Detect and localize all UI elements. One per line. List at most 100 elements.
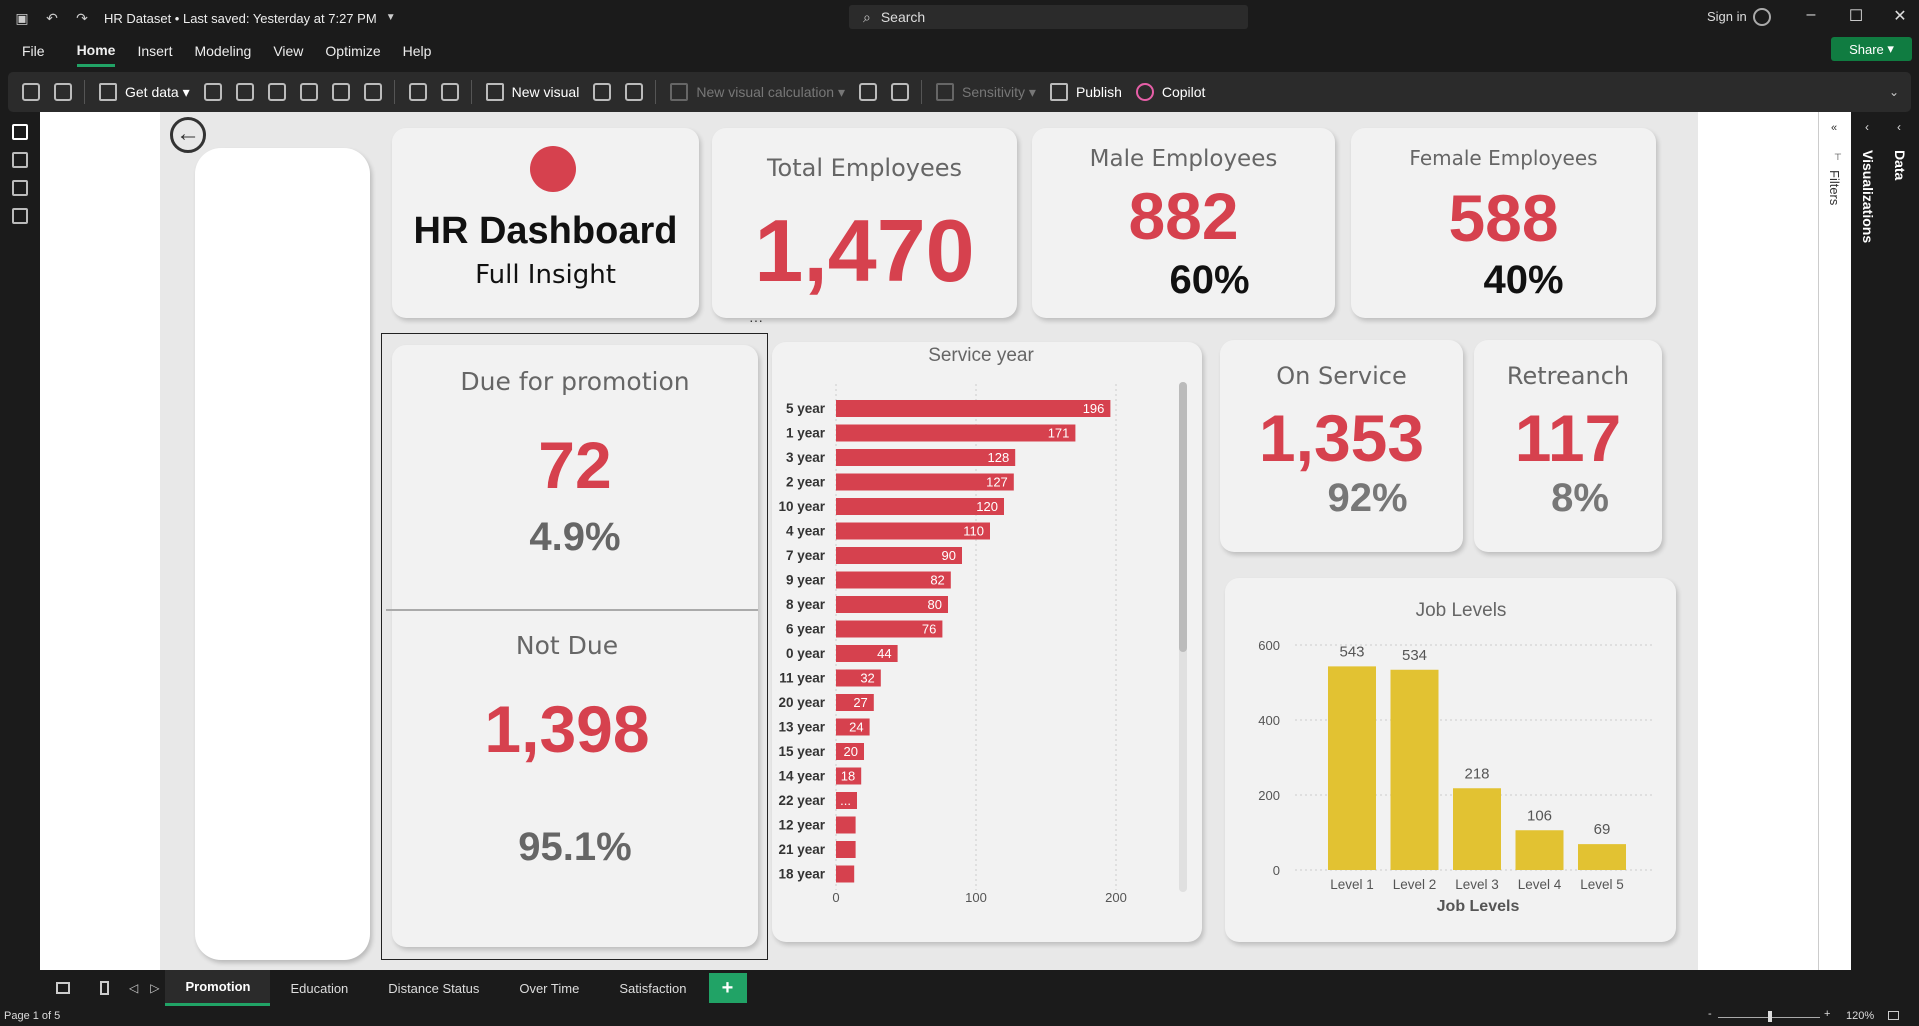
- text-box-icon[interactable]: [593, 83, 612, 101]
- total-employees-title: Total Employees: [766, 154, 963, 182]
- zoom-slider-thumb[interactable]: [1768, 1011, 1772, 1022]
- new-measure-icon[interactable]: [858, 83, 877, 101]
- category-label: 14 year: [778, 769, 825, 784]
- menu-file[interactable]: File: [22, 37, 45, 65]
- account-icon[interactable]: [1753, 8, 1771, 26]
- new-visual-button[interactable]: New visual: [485, 83, 579, 101]
- chart-icon: [485, 83, 504, 101]
- undo-icon[interactable]: ↶: [44, 10, 60, 26]
- menu-optimize[interactable]: Optimize: [325, 37, 380, 65]
- maximize-icon[interactable]: ☐: [1841, 6, 1871, 26]
- dataverse-icon[interactable]: [331, 83, 350, 101]
- category-label: 12 year: [778, 818, 825, 833]
- data-label[interactable]: Data: [1892, 150, 1908, 180]
- on-service-value: 1,353: [1258, 401, 1425, 475]
- job-levels-chart[interactable]: Job Levels 0 200 400 600 543 Level 1 534 Level 2…: [1225, 578, 1676, 942]
- total-employees-card[interactable]: Total Employees 1,470: [712, 128, 1017, 318]
- get-data-button[interactable]: Get data ▾: [99, 83, 190, 101]
- y-tick-label: 0: [1273, 863, 1280, 878]
- more-options-icon[interactable]: ···: [749, 312, 763, 328]
- retreanch-card[interactable]: Retreanch 117 8%: [1474, 340, 1662, 552]
- job-levels-chart-card[interactable]: Job Levels 0 200 400 600 543 Level 1 534 Level 2…: [1225, 578, 1676, 942]
- on-service-card[interactable]: On Service 1,353 92%: [1220, 340, 1463, 552]
- new-visual-calc-label: New visual calculation: [696, 84, 835, 100]
- menu-view[interactable]: View: [273, 37, 303, 65]
- recent-sources-icon[interactable]: [363, 83, 382, 101]
- visualizations-label[interactable]: Visualizations: [1860, 150, 1876, 243]
- zoom-level[interactable]: 120%: [1846, 1010, 1874, 1022]
- add-page-button[interactable]: +: [708, 973, 747, 1003]
- desktop-layout-icon[interactable]: [56, 982, 70, 994]
- back-arrow-icon[interactable]: ←: [170, 117, 206, 153]
- filters-pane[interactable]: « ⊤ Filters: [1818, 112, 1851, 970]
- transform-data-icon[interactable]: [408, 83, 427, 101]
- redo-icon[interactable]: ↷: [74, 10, 90, 26]
- filters-label[interactable]: Filters: [1827, 170, 1842, 205]
- format-painter-icon[interactable]: [54, 83, 72, 101]
- chevron-down-icon[interactable]: ▼: [383, 10, 399, 26]
- data-label: 69: [1594, 821, 1611, 838]
- tab-education[interactable]: Education: [270, 970, 368, 1006]
- mobile-layout-icon[interactable]: [100, 981, 109, 995]
- menu-help[interactable]: Help: [403, 37, 432, 65]
- model-view-icon[interactable]: [12, 180, 28, 196]
- publish-button[interactable]: Publish: [1049, 83, 1122, 101]
- refresh-icon[interactable]: [440, 83, 459, 101]
- close-icon[interactable]: ✕: [1885, 6, 1915, 26]
- female-employees-card[interactable]: Female Employees 588 40%: [1351, 128, 1656, 318]
- new-visual-calculation-button[interactable]: New visual calculation ▾: [670, 83, 845, 101]
- chart-title: Job Levels: [1416, 600, 1507, 621]
- onelake-icon[interactable]: [235, 83, 254, 101]
- copilot-button[interactable]: Copilot: [1135, 83, 1205, 101]
- zoom-out-icon[interactable]: -: [1708, 1008, 1712, 1020]
- report-view-icon[interactable]: [12, 124, 28, 140]
- menu-home[interactable]: Home: [76, 36, 116, 67]
- prev-page-icon[interactable]: ◁: [129, 981, 138, 995]
- bar: [1578, 844, 1626, 870]
- table-view-icon[interactable]: [12, 152, 28, 168]
- male-employees-card[interactable]: Male Employees 882 60%: [1032, 128, 1335, 318]
- category-label: 5 year: [786, 401, 826, 416]
- menu-modeling[interactable]: Modeling: [194, 37, 251, 65]
- expand-data-icon[interactable]: ‹: [1897, 120, 1901, 134]
- expand-visualizations-icon[interactable]: ‹: [1865, 120, 1869, 134]
- sign-in-link[interactable]: Sign in: [1707, 9, 1747, 24]
- female-employees-percent: 40%: [1483, 258, 1564, 302]
- fit-to-page-icon[interactable]: [1888, 1011, 1899, 1020]
- excel-icon[interactable]: [203, 83, 222, 101]
- menu-bar: File Home Insert Modeling View Optimize …: [0, 36, 1919, 67]
- category-label: 13 year: [778, 720, 825, 735]
- sql-icon[interactable]: [267, 83, 286, 101]
- save-icon[interactable]: ▣: [14, 10, 30, 26]
- ribbon-divider: [470, 80, 472, 104]
- paste-icon[interactable]: [22, 83, 40, 101]
- menu-insert[interactable]: Insert: [137, 37, 172, 65]
- search-box[interactable]: ⌕ Search: [849, 5, 1248, 29]
- next-page-icon[interactable]: ▷: [150, 981, 159, 995]
- collapse-icon[interactable]: «: [1831, 122, 1837, 134]
- data-label: 44: [877, 646, 891, 661]
- tab-satisfaction[interactable]: Satisfaction: [599, 970, 706, 1006]
- share-button[interactable]: Share ▾: [1831, 37, 1912, 61]
- scrollbar-thumb[interactable]: [1179, 382, 1187, 652]
- service-year-chart[interactable]: Service year 0 100 200 5 year 196 1 year 171 3 y…: [772, 342, 1202, 942]
- category-label: 15 year: [778, 744, 825, 759]
- more-visuals-icon[interactable]: [625, 83, 644, 101]
- sensitivity-button[interactable]: Sensitivity ▾: [935, 83, 1036, 101]
- collapse-ribbon-icon[interactable]: ⌄: [1889, 85, 1899, 99]
- enter-data-icon[interactable]: [299, 83, 318, 101]
- promotion-card[interactable]: Due for promotion 72 4.9% Not Due 1,398 …: [386, 345, 758, 947]
- zoom-in-icon[interactable]: +: [1824, 1008, 1830, 1020]
- quick-measure-icon[interactable]: [890, 83, 909, 101]
- data-label: 20: [844, 744, 858, 759]
- service-year-chart-card[interactable]: Service year 0 100 200 5 year 196 1 year 171 3 y…: [772, 342, 1202, 942]
- page-indicator: Page 1 of 5: [4, 1010, 61, 1022]
- tab-promotion[interactable]: Promotion: [165, 970, 271, 1006]
- minimize-icon[interactable]: –: [1796, 6, 1826, 24]
- tab-over-time[interactable]: Over Time: [499, 970, 599, 1006]
- chart-scrollbar[interactable]: [1179, 382, 1187, 892]
- tab-distance-status[interactable]: Distance Status: [368, 970, 499, 1006]
- file-title[interactable]: HR Dataset • Last saved: Yesterday at 7:…: [104, 11, 377, 26]
- dax-query-view-icon[interactable]: [12, 208, 28, 224]
- category-label: 4 year: [786, 524, 826, 539]
